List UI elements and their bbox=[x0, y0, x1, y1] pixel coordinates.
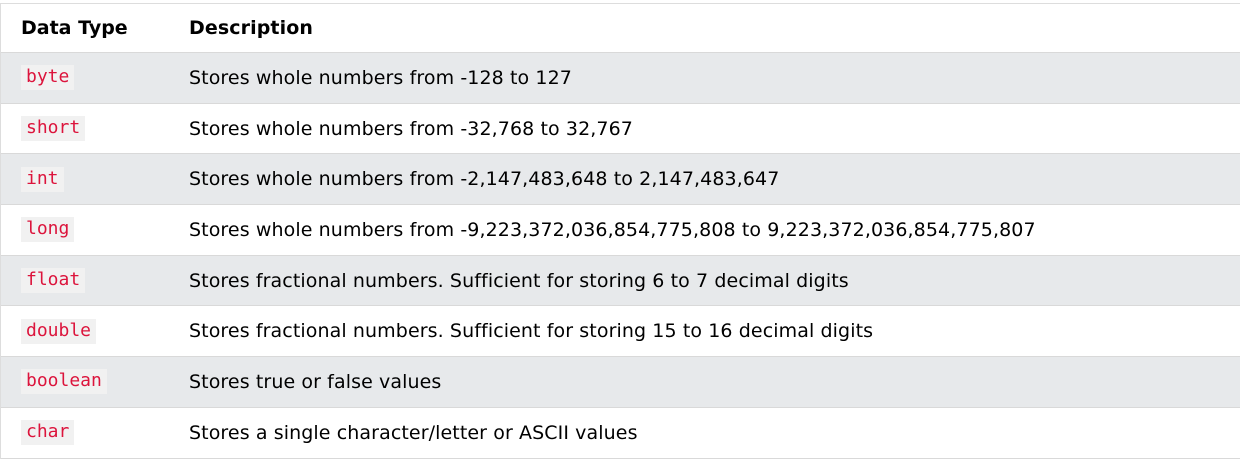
data-type-code: int bbox=[21, 166, 64, 192]
data-type-cell: double bbox=[1, 318, 189, 344]
data-type-code: float bbox=[21, 268, 86, 294]
data-types-table: Data Type Description byte Stores whole n… bbox=[0, 3, 1240, 459]
data-type-code: short bbox=[21, 116, 86, 142]
table-row: short Stores whole numbers from -32,768 t… bbox=[1, 103, 1240, 155]
data-type-code: char bbox=[21, 420, 75, 446]
table-header-row: Data Type Description bbox=[1, 4, 1240, 53]
header-data-type: Data Type bbox=[21, 17, 128, 39]
data-type-cell: int bbox=[1, 166, 189, 192]
data-type-cell: long bbox=[1, 217, 189, 243]
table-row: char Stores a single character/letter or … bbox=[1, 407, 1240, 459]
data-type-code: long bbox=[21, 217, 75, 243]
table-row: byte Stores whole numbers from -128 to 12… bbox=[1, 53, 1240, 104]
data-type-cell: float bbox=[1, 268, 189, 294]
data-type-cell: boolean bbox=[1, 369, 189, 395]
data-type-code: byte bbox=[21, 65, 75, 91]
description-cell: Stores true or false values bbox=[189, 370, 442, 393]
table-row: double Stores fractional numbers. Suffici… bbox=[1, 306, 1240, 358]
data-type-code: double bbox=[21, 318, 97, 344]
data-type-cell: char bbox=[1, 420, 189, 446]
data-type-cell: short bbox=[1, 116, 189, 142]
table-row: int Stores whole numbers from -2,147,483,… bbox=[1, 154, 1240, 206]
description-cell: Stores whole numbers from -9,223,372,036… bbox=[189, 218, 1036, 241]
description-cell: Stores whole numbers from -128 to 127 bbox=[189, 66, 572, 89]
data-type-cell: byte bbox=[1, 65, 189, 91]
table-row: boolean Stores true or false values bbox=[1, 357, 1240, 408]
description-cell: Stores fractional numbers. Sufficient fo… bbox=[189, 269, 849, 292]
data-type-code: boolean bbox=[21, 369, 107, 395]
description-cell: Stores fractional numbers. Sufficient fo… bbox=[189, 320, 874, 343]
description-cell: Stores a single character/letter or ASCI… bbox=[189, 421, 638, 444]
header-description: Description bbox=[189, 17, 313, 39]
table-row: float Stores fractional numbers. Sufficie… bbox=[1, 255, 1240, 307]
table-row: long Stores whole numbers from -9,223,372… bbox=[1, 205, 1240, 256]
description-cell: Stores whole numbers from -2,147,483,648… bbox=[189, 168, 780, 191]
description-cell: Stores whole numbers from -32,768 to 32,… bbox=[189, 117, 633, 140]
